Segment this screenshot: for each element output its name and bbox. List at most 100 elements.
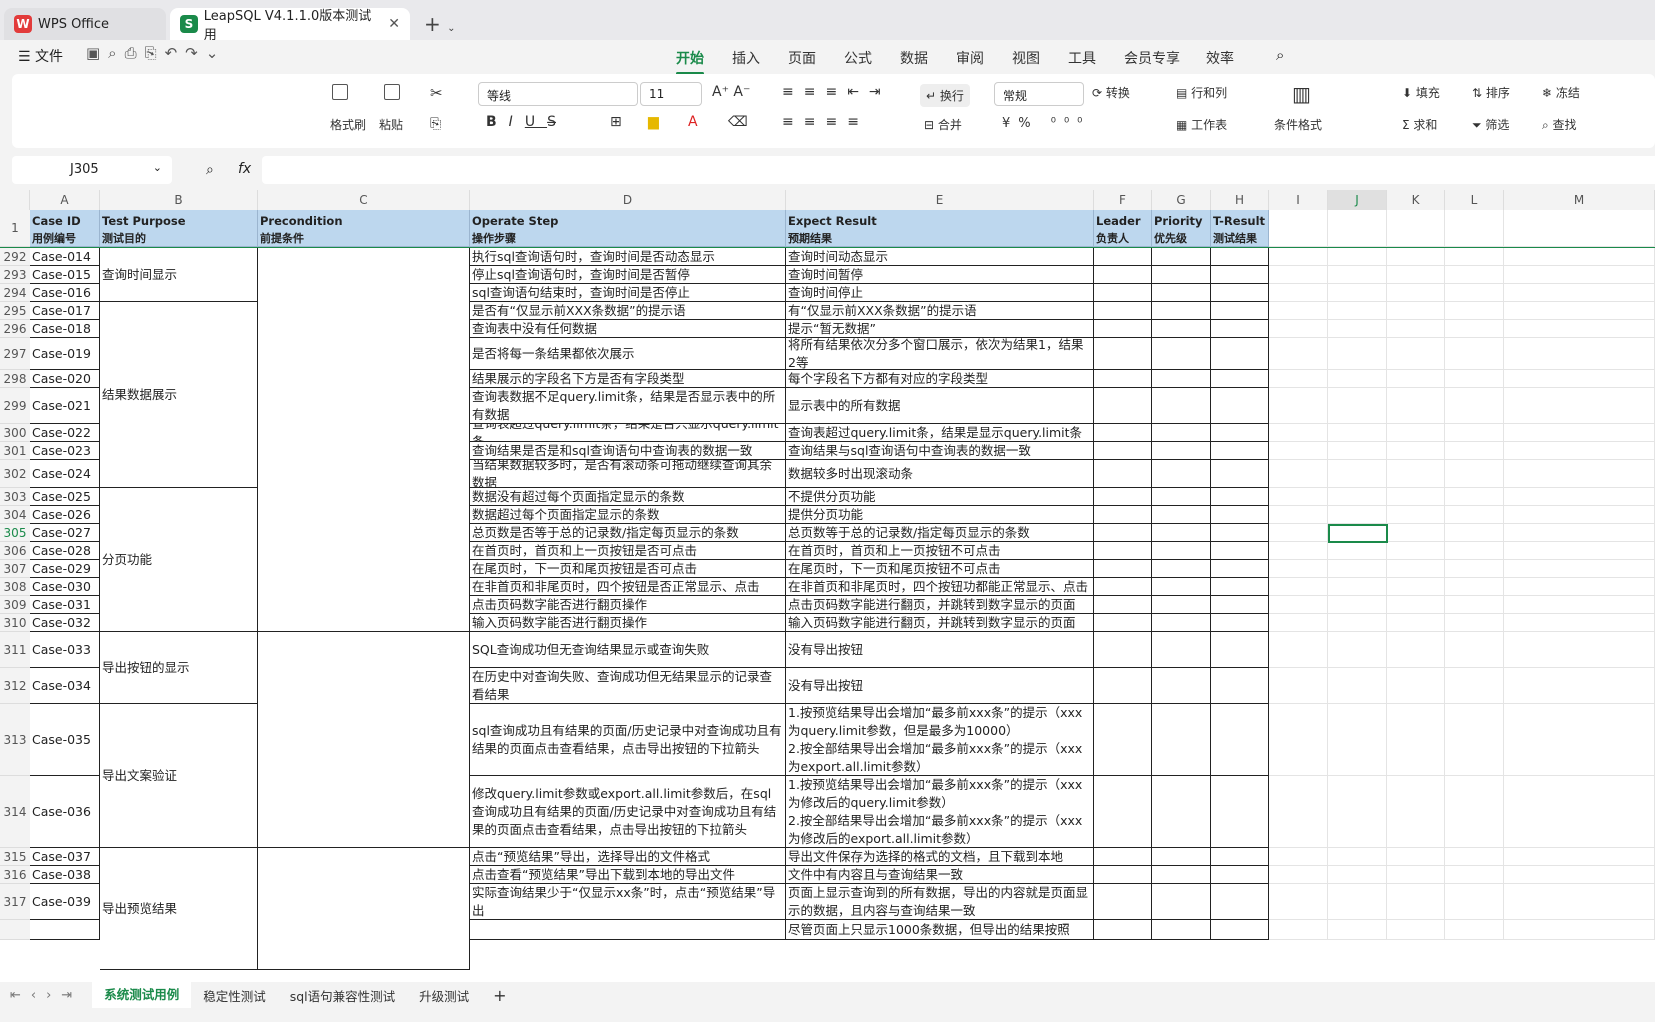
empty-cell-f[interactable] <box>1094 920 1152 940</box>
empty-cell[interactable] <box>1387 614 1445 632</box>
row-number[interactable]: 312 <box>0 668 30 704</box>
empty-cell[interactable] <box>1328 776 1387 848</box>
empty-cell[interactable] <box>1387 560 1445 578</box>
case-id-cell[interactable] <box>30 920 100 940</box>
operate-step-cell[interactable]: 查询表中没有任何数据 <box>470 320 786 338</box>
empty-cell[interactable] <box>1269 442 1328 460</box>
menu-tab-home[interactable]: 开始 <box>676 48 704 75</box>
expect-result-cell[interactable]: 在首页时，首页和上一页按钮不可点击 <box>786 542 1094 560</box>
zoom-icon[interactable]: ⌕ <box>206 162 214 178</box>
operate-step-cell[interactable]: 当结果数据较多时，是否有滚动条可拖动继续查询其余数据 <box>470 460 786 488</box>
empty-cell-f[interactable] <box>1094 596 1152 614</box>
expect-result-cell[interactable]: 将所有结果依次分多个窗口展示，依次为结果1，结果2等 <box>786 338 1094 370</box>
close-tab-icon[interactable]: ✕ <box>388 16 400 32</box>
empty-cell-h[interactable] <box>1211 524 1269 542</box>
expect-result-cell[interactable]: 没有导出按钮 <box>786 632 1094 668</box>
row-number[interactable]: 305 <box>0 524 30 542</box>
spreadsheet-grid[interactable]: A B C D E F G H I J K L M 1 Case ID 用例编号 Test Purpose 测试目… <box>0 190 1655 982</box>
merge-button[interactable]: ⊟ 合并 <box>924 116 962 133</box>
empty-cell[interactable] <box>1328 920 1387 940</box>
column-header[interactable]: H <box>1211 190 1269 210</box>
expect-result-cell[interactable]: 尽管页面上只显示1000条数据，但导出的结果按照 <box>786 920 1094 940</box>
expect-result-cell[interactable]: 1.按预览结果导出会增加“最多前xxx条”的提示（xxx为query.limit… <box>786 704 1094 776</box>
operate-step-cell[interactable]: 输入页码数字能否进行翻页操作 <box>470 614 786 632</box>
copy-icon[interactable]: ⎘ <box>430 116 441 132</box>
operate-step-cell[interactable]: 是否有“仅显示前XXX条数据”的提示语 <box>470 302 786 320</box>
empty-cell[interactable] <box>1445 884 1504 920</box>
empty-cell[interactable] <box>1387 266 1445 284</box>
empty-cell-h[interactable] <box>1211 866 1269 884</box>
header-cell-d[interactable]: Operate Step 操作步骤 <box>470 210 786 247</box>
empty-cell-f[interactable] <box>1094 424 1152 442</box>
empty-cell-h[interactable] <box>1211 370 1269 388</box>
row-number[interactable] <box>0 920 30 940</box>
empty-cell[interactable] <box>1328 488 1387 506</box>
empty-cell[interactable] <box>1445 320 1504 338</box>
case-id-cell[interactable]: Case-039 <box>30 884 100 920</box>
empty-cell-g[interactable] <box>1152 488 1211 506</box>
empty-cell-f[interactable] <box>1094 248 1152 266</box>
operate-step-cell[interactable]: 点击“预览结果”导出，选择导出的文件格式 <box>470 848 786 866</box>
empty-cell-h[interactable] <box>1211 596 1269 614</box>
empty-cell[interactable] <box>1328 848 1387 866</box>
column-header[interactable]: B <box>100 190 258 210</box>
test-purpose-cell[interactable]: 分页功能 <box>100 488 258 632</box>
empty-cell[interactable] <box>1387 776 1445 848</box>
fill-color-icon[interactable]: ▆ <box>648 114 659 130</box>
column-header[interactable]: K <box>1387 190 1445 210</box>
expect-result-cell[interactable]: 查询表超过query.limit条，结果是显示query.limit条 <box>786 424 1094 442</box>
empty-cell[interactable] <box>1504 632 1655 668</box>
operate-step-cell[interactable]: sql查询语句结束时，查询时间是否停止 <box>470 284 786 302</box>
case-id-cell[interactable]: Case-038 <box>30 866 100 884</box>
empty-cell[interactable] <box>1445 210 1504 247</box>
menu-tab-review[interactable]: 审阅 <box>956 48 984 68</box>
empty-cell[interactable] <box>1269 866 1328 884</box>
empty-cell[interactable] <box>1269 668 1328 704</box>
row-number[interactable]: 302 <box>0 460 30 488</box>
empty-cell-h[interactable] <box>1211 920 1269 940</box>
empty-cell[interactable] <box>1445 506 1504 524</box>
case-id-cell[interactable]: Case-027 <box>30 524 100 542</box>
empty-cell-f[interactable] <box>1094 848 1152 866</box>
expect-result-cell[interactable]: 查询时间动态显示 <box>786 248 1094 266</box>
empty-cell[interactable] <box>1269 338 1328 370</box>
empty-cell[interactable] <box>1445 848 1504 866</box>
empty-cell-h[interactable] <box>1211 560 1269 578</box>
empty-cell[interactable] <box>1269 614 1328 632</box>
empty-cell[interactable] <box>1269 370 1328 388</box>
operate-step-cell[interactable]: 在历史中对查询失败、查询成功但无结果显示的记录查看结果 <box>470 668 786 704</box>
tab-document[interactable]: S LeapSQL V4.1.1.0版本测试用 ✕ <box>170 8 410 43</box>
case-id-cell[interactable]: Case-032 <box>30 614 100 632</box>
case-id-cell[interactable]: Case-020 <box>30 370 100 388</box>
case-id-cell[interactable]: Case-015 <box>30 266 100 284</box>
row-number[interactable]: 306 <box>0 542 30 560</box>
empty-cell-g[interactable] <box>1152 542 1211 560</box>
empty-cell-g[interactable] <box>1152 320 1211 338</box>
empty-cell-f[interactable] <box>1094 488 1152 506</box>
column-header[interactable]: M <box>1504 190 1655 210</box>
fill-button[interactable]: ⬇ 填充 <box>1402 84 1440 101</box>
empty-cell-h[interactable] <box>1211 506 1269 524</box>
empty-cell-h[interactable] <box>1211 266 1269 284</box>
empty-cell[interactable] <box>1269 320 1328 338</box>
test-purpose-cell[interactable]: 导出文案验证 <box>100 704 258 848</box>
row-number[interactable]: 315 <box>0 848 30 866</box>
row-number[interactable]: 300 <box>0 424 30 442</box>
empty-cell-g[interactable] <box>1152 302 1211 320</box>
bold-italic-underline-icons[interactable]: BIUS̶ <box>486 114 568 130</box>
sheet-nav-icons[interactable]: ⇤‹›⇥ <box>0 988 92 1003</box>
empty-cell[interactable] <box>1504 848 1655 866</box>
empty-cell[interactable] <box>1328 578 1387 596</box>
operate-step-cell[interactable]: 修改query.limit参数或export.all.limit参数后，在sql… <box>470 776 786 848</box>
empty-cell-f[interactable] <box>1094 320 1152 338</box>
empty-cell[interactable] <box>1387 488 1445 506</box>
expect-result-cell[interactable]: 显示表中的所有数据 <box>786 388 1094 424</box>
case-id-cell[interactable]: Case-026 <box>30 506 100 524</box>
empty-cell-h[interactable] <box>1211 776 1269 848</box>
sheet-tab-stability[interactable]: 稳定性测试 <box>191 986 278 1005</box>
empty-cell[interactable] <box>1328 210 1387 247</box>
row-number[interactable]: 294 <box>0 284 30 302</box>
empty-cell[interactable] <box>1269 302 1328 320</box>
empty-cell-f[interactable] <box>1094 388 1152 424</box>
empty-cell-f[interactable] <box>1094 266 1152 284</box>
